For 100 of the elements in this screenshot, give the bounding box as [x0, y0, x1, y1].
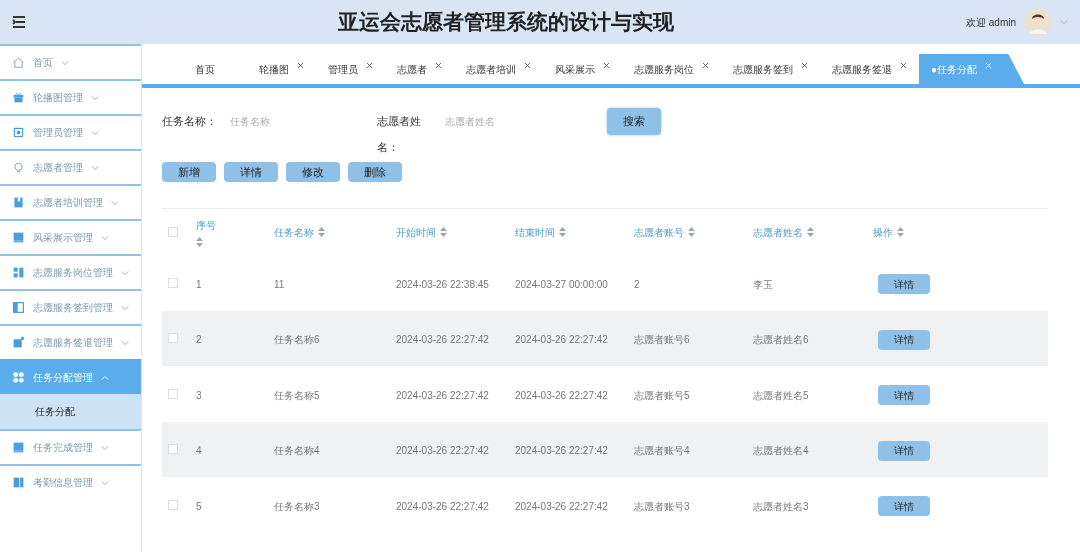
table-cell: 志愿者账号5 [634, 389, 690, 401]
table-cell: 2024-03-27 00:00:00 [515, 278, 608, 290]
chevron-icon [111, 198, 119, 207]
table-cell: 任务名称5 [274, 389, 320, 401]
close-icon[interactable] [366, 61, 373, 69]
details-button[interactable]: 详情 [878, 274, 930, 295]
table-cell: 任务名称3 [274, 500, 320, 512]
tab[interactable]: 首页 [162, 54, 247, 84]
tab[interactable]: 志愿服务签退 [820, 54, 919, 84]
search-field[interactable]: 任务名称 [222, 108, 362, 134]
chevron-icon [101, 443, 109, 452]
details-button[interactable]: 详情 [878, 440, 930, 461]
row-checkbox[interactable] [168, 277, 178, 288]
table-cell: 2 [634, 278, 640, 290]
row-checkbox[interactable] [168, 333, 178, 344]
table-cell: 2024-03-26 22:27:42 [515, 500, 608, 512]
bulb-icon [12, 161, 25, 174]
chevron-icon [101, 373, 109, 382]
field-label: 志愿者姓名： [377, 114, 422, 155]
search-field[interactable]: 志愿者姓名 [437, 108, 577, 134]
row-checkbox[interactable] [168, 499, 178, 510]
table-cell: 志愿者姓名6 [753, 334, 809, 346]
sidebar-subitem[interactable]: 任务分配 [0, 394, 141, 429]
table-cell: 2 [196, 334, 202, 346]
table-cell: 2024-03-26 22:27:42 [396, 445, 489, 457]
chevron-icon [91, 163, 99, 172]
menu-icon[interactable] [12, 16, 26, 28]
action-button[interactable]: 详情 [224, 162, 278, 182]
gift-icon [12, 91, 25, 104]
tab[interactable]: 志愿者 [385, 54, 454, 84]
table-cell: 志愿者姓名4 [753, 445, 809, 457]
table-cell: 志愿者姓名3 [753, 500, 809, 512]
table-cell: 2024-03-26 22:27:42 [515, 334, 608, 346]
table-cell: 4 [196, 445, 202, 457]
table-cell: 11 [274, 278, 285, 290]
close-icon[interactable] [801, 61, 808, 69]
chevron-icon [101, 478, 109, 487]
field-label: 任务名称： [162, 114, 218, 129]
sort-icon [688, 227, 695, 237]
table-cell: 任务名称4 [274, 445, 320, 457]
table-cell: 志愿者账号4 [634, 445, 690, 457]
table-cell: 2024-03-26 22:27:42 [396, 389, 489, 401]
table-cell: 2024-03-26 22:27:42 [515, 445, 608, 457]
chevron-icon [121, 338, 129, 347]
search-button[interactable]: 搜索 [607, 108, 661, 135]
action-button[interactable]: 新增 [162, 162, 216, 182]
grid-icon [12, 371, 25, 384]
chevron-icon [101, 233, 109, 242]
close-icon[interactable] [435, 61, 442, 69]
tab[interactable]: 志愿服务岗位 [622, 54, 721, 84]
close-icon[interactable] [702, 61, 709, 69]
monitor-icon [12, 231, 25, 244]
bookmark-icon [12, 196, 25, 209]
avatar-icon[interactable] [1024, 8, 1052, 36]
book-icon [12, 476, 25, 489]
welcome-text: 欢迎 admin [966, 15, 1016, 30]
blocks-icon [12, 266, 25, 279]
chevron-icon [121, 303, 129, 312]
tab[interactable]: 志愿服务签到 [721, 54, 820, 84]
table-cell: 志愿者账号3 [634, 500, 690, 512]
action-button[interactable]: 删除 [348, 162, 402, 182]
row-checkbox[interactable] [168, 444, 178, 455]
table-cell: 志愿者账号6 [634, 334, 690, 346]
sort-icon [559, 227, 566, 237]
tab[interactable]: 志愿者培训 [454, 54, 543, 84]
table-cell: 5 [196, 500, 202, 512]
chevron-icon [91, 128, 99, 137]
sort-icon [807, 227, 814, 237]
chevron-icon [1060, 18, 1068, 26]
close-icon[interactable] [524, 61, 531, 69]
details-button[interactable]: 详情 [878, 329, 930, 350]
close-icon[interactable] [603, 61, 610, 69]
details-button[interactable]: 详情 [878, 496, 930, 517]
chevron-icon [121, 268, 129, 277]
chip-icon [12, 126, 25, 139]
tab[interactable]: 管理员 [316, 54, 385, 84]
table-cell: 2024-03-26 22:27:42 [396, 500, 489, 512]
details-button[interactable]: 详情 [878, 385, 930, 406]
sort-icon [440, 227, 447, 237]
chevron-icon [61, 58, 69, 67]
row-checkbox[interactable] [168, 388, 178, 399]
panel-icon [12, 301, 25, 314]
table-cell: 任务名称6 [274, 334, 320, 346]
sort-icon [318, 227, 325, 237]
close-icon[interactable] [900, 61, 907, 69]
close-icon[interactable] [297, 61, 304, 69]
chevron-icon [91, 93, 99, 102]
table-cell: 志愿者姓名5 [753, 389, 809, 401]
select-all-checkbox[interactable] [168, 227, 178, 237]
sort-icon [897, 227, 904, 237]
action-button[interactable]: 修改 [286, 162, 340, 182]
table-cell: 2024-03-26 22:27:42 [515, 389, 608, 401]
tab[interactable]: 风采展示 [543, 54, 622, 84]
table-cell: 李玉 [753, 278, 773, 290]
table-cell: 3 [196, 389, 202, 401]
home-icon [12, 56, 25, 69]
badge-icon [12, 336, 25, 349]
tab[interactable]: 轮播图 [247, 54, 316, 84]
table-cell: 2024-03-26 22:27:42 [396, 334, 489, 346]
sort-icon [196, 236, 203, 247]
